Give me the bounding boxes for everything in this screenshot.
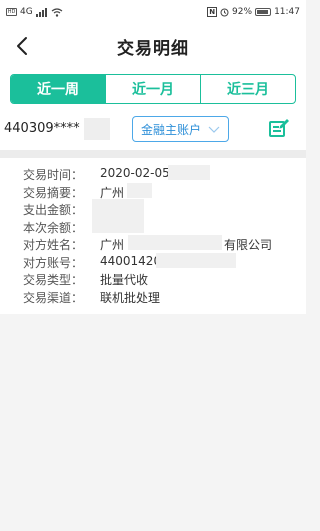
summary-label: 交易摘要： [23, 185, 84, 200]
signal-icon [35, 7, 47, 17]
balance-label: 本次余额： [23, 220, 84, 235]
counterparty-name-label: 对方姓名： [23, 238, 84, 252]
status-left: HD 4G [6, 7, 63, 17]
redaction-mask [168, 165, 210, 180]
transaction-detail-card: 交易时间： 2020-02-05 交易摘要： 广州 支出金额： 本次余额： 对方… [0, 158, 306, 314]
account-number: 440309**** [4, 121, 80, 136]
channel-label: 交易渠道： [23, 290, 84, 305]
status-bar: HD 4G N 92% 11:47 [0, 0, 306, 24]
type-label: 交易类型： [23, 273, 84, 287]
sim-icon: HD [6, 8, 17, 16]
back-button[interactable] [10, 34, 34, 58]
battery-icon [255, 8, 272, 16]
detail-row-counterparty-name: 对方姓名： 广州 有限公司 [0, 234, 306, 252]
account-row: 440309**** 金融主账户 [0, 114, 306, 144]
nfc-icon: N [207, 7, 218, 17]
alarm-icon [220, 8, 229, 16]
detail-row-channel: 交易渠道： 联机批处理 [0, 287, 306, 305]
status-right: N 92% 11:47 [207, 7, 300, 17]
detail-row-balance: 本次余额： [0, 217, 306, 235]
summary-value: 广州 [100, 185, 125, 200]
detail-row-type: 交易类型： 批量代收 [0, 269, 306, 287]
expense-label: 支出金额： [23, 203, 84, 217]
section-divider [0, 150, 306, 158]
counterparty-account-value: 44001420 [100, 253, 162, 268]
nav-header: 交易明细 [0, 24, 306, 68]
redaction-mask [128, 235, 222, 250]
empty-area [0, 314, 306, 531]
type-value: 批量代收 [100, 273, 149, 287]
account-type-value: 金融主账户 [141, 122, 202, 137]
chevron-left-icon [17, 37, 27, 55]
redaction-mask [156, 252, 236, 268]
counterparty-name-suffix: 有限公司 [224, 238, 273, 252]
network-label: 4G [20, 7, 33, 17]
tab-past-week[interactable]: 近一周 [11, 75, 105, 103]
edit-icon[interactable] [268, 117, 290, 139]
detail-row-counterparty-account: 对方账号： 44001420 [0, 252, 306, 270]
battery-percent: 92% [232, 7, 253, 17]
detail-row-time: 交易时间： 2020-02-05 [0, 164, 306, 182]
redaction-mask [127, 182, 152, 198]
detail-row-expense: 支出金额： [0, 199, 306, 233]
page-title: 交易明细 [117, 38, 189, 59]
time-value: 2020-02-05 [100, 166, 170, 180]
detail-row-summary: 交易摘要： 广州 [0, 182, 306, 200]
counterparty-name-value: 广州 [100, 238, 125, 252]
chevron-down-icon [208, 126, 220, 133]
counterparty-account-label: 对方账号： [23, 255, 84, 270]
time-label: 交易时间： [23, 168, 84, 182]
clock: 11:47 [274, 7, 300, 17]
tab-past-month[interactable]: 近一月 [105, 75, 200, 103]
account-type-select[interactable]: 金融主账户 [132, 116, 229, 142]
account-number-mask [84, 118, 110, 140]
tab-past-three-months[interactable]: 近三月 [200, 75, 295, 103]
wifi-icon [51, 7, 63, 17]
period-tabs: 近一周 近一月 近三月 [10, 74, 296, 104]
channel-value: 联机批处理 [100, 290, 161, 305]
filter-panel: 近一周 近一月 近三月 440309**** 金融主账户 [0, 68, 306, 150]
